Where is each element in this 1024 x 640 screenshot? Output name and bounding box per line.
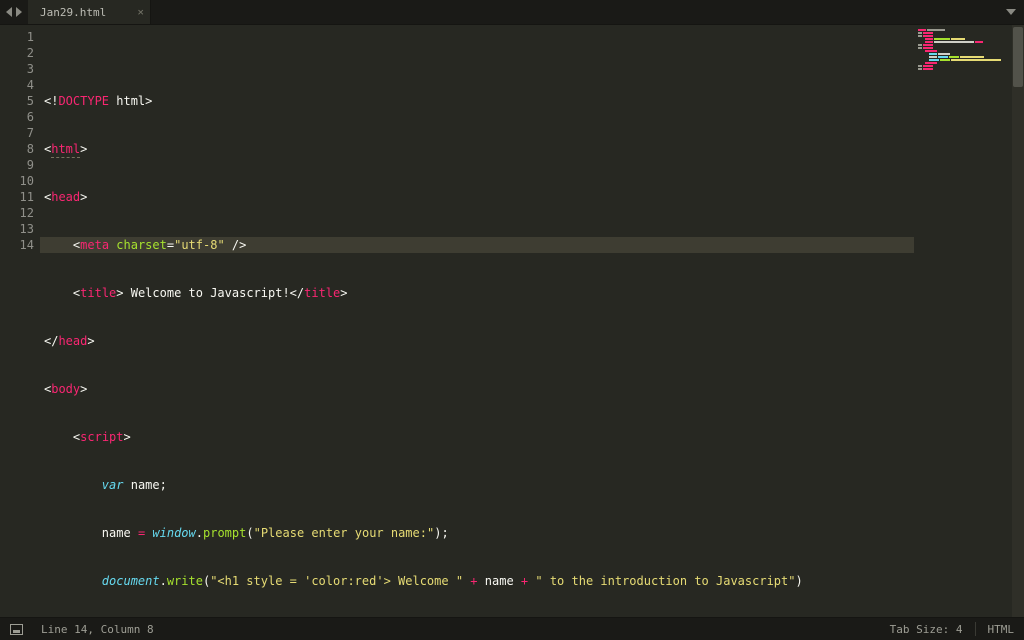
status-bar: Line 14, Column 8 Tab Size: 4 HTML [0,617,1024,640]
nav-forward-icon[interactable] [16,7,22,17]
status-cursor-position[interactable]: Line 14, Column 8 [41,623,154,636]
code-area[interactable]: <!DOCTYPE html> <html> <head> <meta char… [40,25,914,617]
chevron-down-icon [1006,9,1016,15]
tab-dropdown[interactable] [998,0,1024,24]
tab-bar: Jan29.html × [0,0,1024,25]
file-tab[interactable]: Jan29.html × [28,0,151,24]
nav-buttons [0,0,28,24]
vertical-scrollbar[interactable] [1012,25,1024,617]
editor-area: 123 456 789 101112 1314 <!DOCTYPE html> … [0,25,1024,617]
tab-filename: Jan29.html [40,6,106,19]
nav-back-icon[interactable] [6,7,12,17]
line-number-gutter: 123 456 789 101112 1314 [0,25,40,617]
status-tab-size[interactable]: Tab Size: 4 [890,623,963,636]
panel-icon [10,624,23,635]
panel-toggle[interactable] [10,623,29,636]
status-syntax[interactable]: HTML [988,623,1015,636]
editor-window: Jan29.html × 123 456 789 101112 1314 <!D… [0,0,1024,640]
close-icon[interactable]: × [137,6,144,19]
minimap[interactable] [914,25,1024,617]
scrollbar-thumb[interactable] [1013,27,1023,87]
